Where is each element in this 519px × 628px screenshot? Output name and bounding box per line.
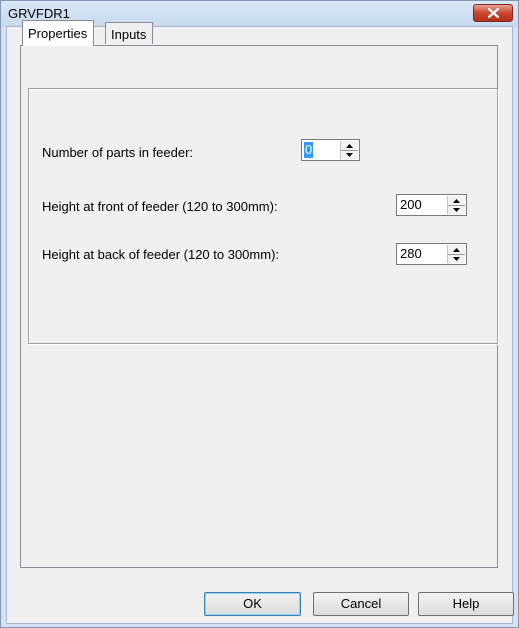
tab-inputs-label: Inputs <box>111 27 147 42</box>
tab-properties-label: Properties <box>28 26 88 41</box>
arrow-down-icon[interactable] <box>448 205 465 214</box>
tab-inputs[interactable]: Inputs <box>105 22 154 44</box>
arrow-down-icon[interactable] <box>448 254 465 263</box>
front-height-label: Height at front of feeder (120 to 300mm)… <box>42 199 278 214</box>
back-height-spinner[interactable]: 280 <box>396 243 467 265</box>
front-height-value[interactable]: 200 <box>399 197 423 213</box>
cancel-button[interactable]: Cancel <box>313 592 409 616</box>
window-title: GRVFDR1 <box>8 6 70 21</box>
close-button[interactable] <box>473 4 513 22</box>
ok-button[interactable]: OK <box>204 592 301 616</box>
back-height-value[interactable]: 280 <box>399 246 423 262</box>
close-icon <box>488 8 499 18</box>
parts-count-spin-buttons[interactable] <box>340 141 358 159</box>
help-button[interactable]: Help <box>418 592 514 616</box>
back-height-label: Height at back of feeder (120 to 300mm): <box>42 247 280 262</box>
front-height-spinner[interactable]: 200 <box>396 194 467 216</box>
parts-count-value[interactable]: 0 <box>304 142 314 158</box>
parts-count-label: Number of parts in feeder: <box>42 145 194 160</box>
parts-count-spinner[interactable]: 0 <box>301 139 360 161</box>
back-height-spin-buttons[interactable] <box>447 245 465 263</box>
properties-groupbox <box>28 88 498 344</box>
arrow-down-icon[interactable] <box>341 150 358 159</box>
tab-properties[interactable]: Properties <box>22 20 95 46</box>
front-height-spin-buttons[interactable] <box>447 196 465 214</box>
